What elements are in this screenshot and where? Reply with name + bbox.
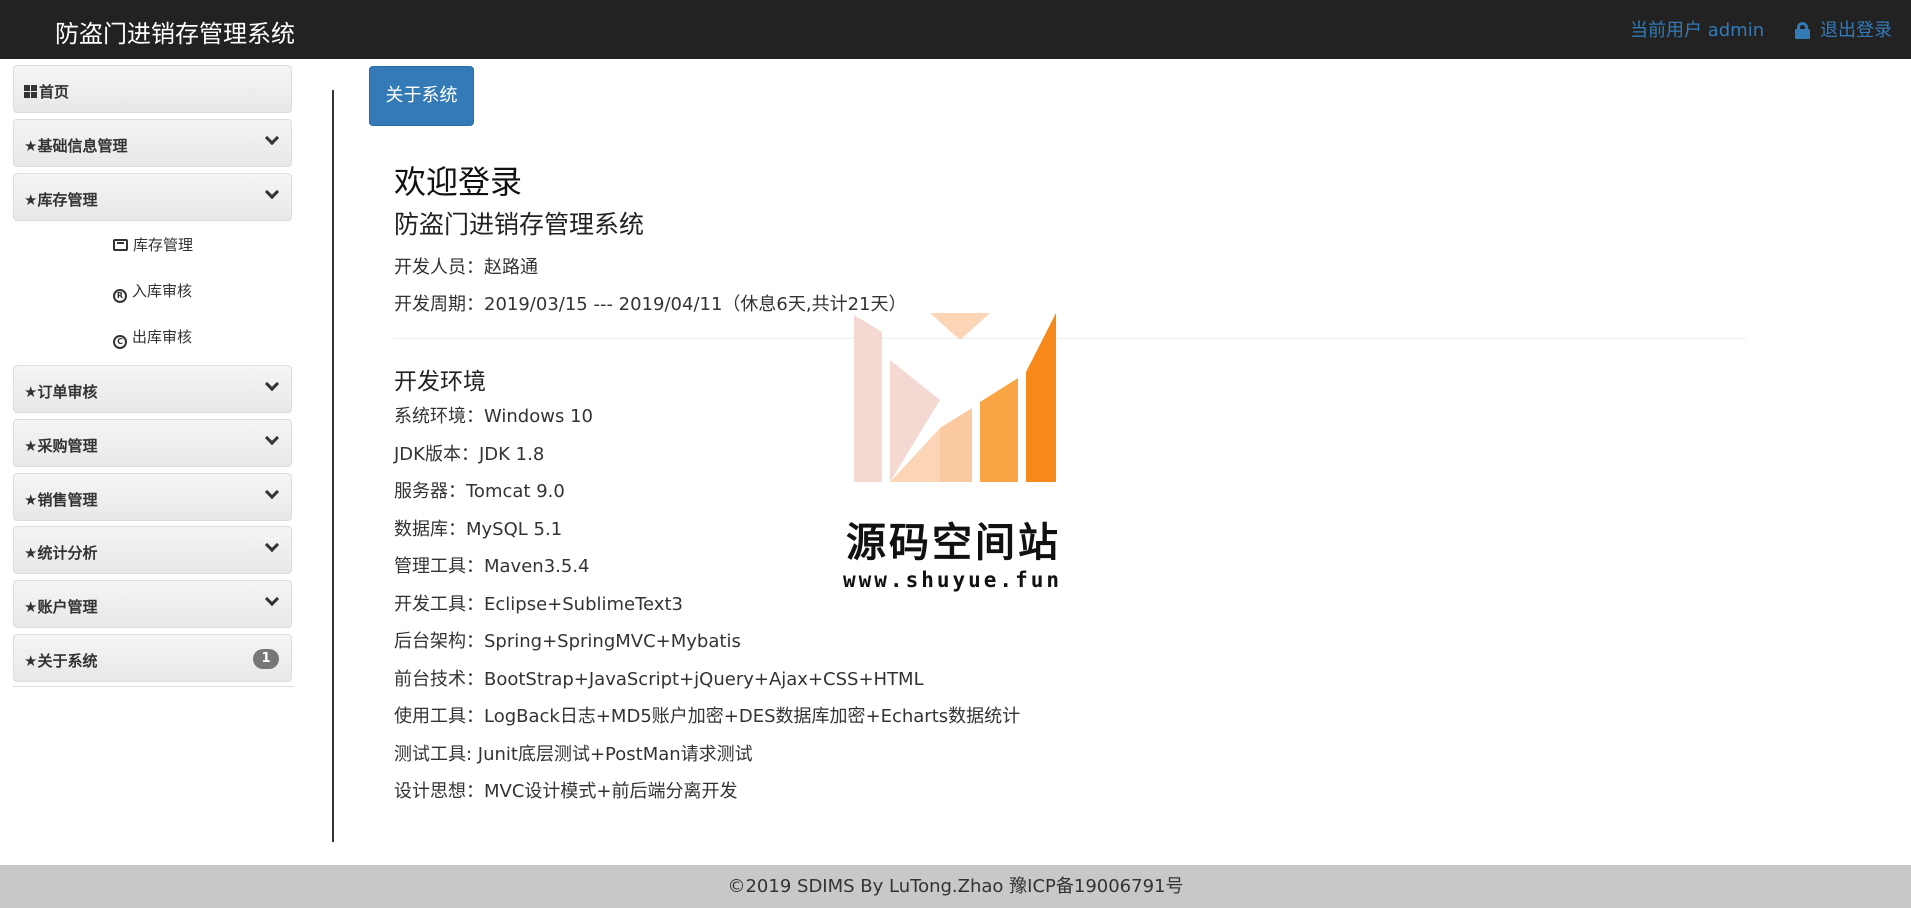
chevron-down-icon [264, 484, 280, 500]
inbox-tray-icon [113, 239, 128, 251]
sidebar-item-order-review[interactable]: ★订单审核 [13, 365, 292, 413]
logout-link[interactable]: 退出登录 [1795, 16, 1892, 42]
brand-title[interactable]: 防盗门进销存管理系统 [55, 14, 295, 49]
period-line: 开发周期：2019/03/15 --- 2019/04/11（休息6天,共计21… [394, 294, 907, 315]
sidebar-item-statistics[interactable]: ★统计分析 [13, 526, 292, 574]
circle-arrow-icon: R [113, 289, 127, 303]
env-line: JDK版本：JDK 1.8 [394, 444, 545, 465]
sidebar-item-label: ★统计分析 [24, 544, 98, 562]
system-name-heading: 防盗门进销存管理系统 [394, 210, 645, 239]
chevron-down-icon [264, 591, 280, 607]
sidebar-item-basic-info[interactable]: ★基础信息管理 [13, 119, 292, 167]
env-line: 测试工具: Junit底层测试+PostMan请求测试 [394, 744, 753, 765]
sidebar-item-label: ★基础信息管理 [24, 137, 128, 155]
logo-bar-3 [980, 378, 1018, 482]
env-line: 服务器：Tomcat 9.0 [394, 481, 565, 502]
env-heading: 开发环境 [394, 369, 486, 395]
logo-bar-4 [1026, 313, 1056, 482]
sidebar-item-account[interactable]: ★账户管理 [13, 580, 292, 628]
env-line: 开发工具：Eclipse+SublimeText3 [394, 594, 683, 615]
logo-bar-2 [940, 408, 972, 482]
sidebar-divider [13, 686, 294, 687]
about-system-button[interactable]: 关于系统 [369, 66, 474, 126]
count-badge: 1 [253, 649, 279, 669]
developer-line: 开发人员：赵路通 [394, 257, 538, 278]
chevron-down-icon [264, 430, 280, 446]
env-line: 系统环境：Windows 10 [394, 406, 593, 427]
sidebar-item-home[interactable]: 首页 [13, 65, 292, 113]
env-line: 使用工具：LogBack日志+MD5账户加密+DES数据库加密+Echarts数… [394, 706, 1021, 727]
submenu-item-inventory-manage[interactable]: 库存管理 [113, 234, 193, 255]
chevron-down-icon [264, 184, 280, 200]
logo-bar-left [854, 315, 882, 482]
watermark-name: 源码空间站 [846, 520, 1061, 566]
sidebar-item-label: ★关于系统 [24, 652, 98, 670]
env-line: 前台技术：BootStrap+JavaScript+jQuery+Ajax+CS… [394, 669, 924, 690]
sidebar-item-label: ★库存管理 [24, 191, 98, 209]
submenu-item-inbound-review[interactable]: R 入库审核 [113, 280, 192, 303]
sidebar-item-sales[interactable]: ★销售管理 [13, 473, 292, 521]
env-line: 数据库：MySQL 5.1 [394, 519, 563, 540]
chevron-down-icon [264, 130, 280, 146]
footer: ©2019 SDIMS By LuTong.Zhao 豫ICP备19006791… [0, 865, 1911, 908]
dashboard-grid-icon [24, 85, 37, 98]
env-line: 后台架构：Spring+SpringMVC+Mybatis [394, 631, 741, 652]
sidebar-item-label: ★订单审核 [24, 383, 98, 401]
watermark-url: www.shuyue.fun [843, 568, 1063, 592]
welcome-heading: 欢迎登录 [394, 163, 523, 201]
chevron-down-icon [264, 376, 280, 392]
top-navbar: 防盗门进销存管理系统 当前用户 admin 退出登录 [0, 0, 1911, 59]
lock-icon [1795, 22, 1810, 39]
env-line: 管理工具：Maven3.5.4 [394, 556, 590, 577]
vertical-divider [332, 90, 334, 842]
sidebar-item-label: ★账户管理 [24, 598, 98, 616]
env-line: 设计思想：MVC设计模式+前后端分离开发 [394, 781, 738, 802]
sidebar-item-about[interactable]: ★关于系统 1 [13, 634, 292, 682]
sidebar-item-label: ★采购管理 [24, 437, 98, 455]
sidebar-item-label: ★销售管理 [24, 491, 98, 509]
sidebar-item-purchase[interactable]: ★采购管理 [13, 419, 292, 467]
circle-c-icon: C [113, 335, 127, 349]
submenu-item-outbound-review[interactable]: C 出库审核 [113, 326, 192, 349]
logo-triangle-top [930, 313, 990, 340]
logout-label: 退出登录 [1820, 20, 1892, 41]
current-user-link[interactable]: 当前用户 admin [1630, 16, 1764, 42]
sidebar-item-label: 首页 [39, 83, 70, 101]
chevron-down-icon [264, 537, 280, 553]
sidebar-item-inventory[interactable]: ★库存管理 [13, 173, 292, 221]
